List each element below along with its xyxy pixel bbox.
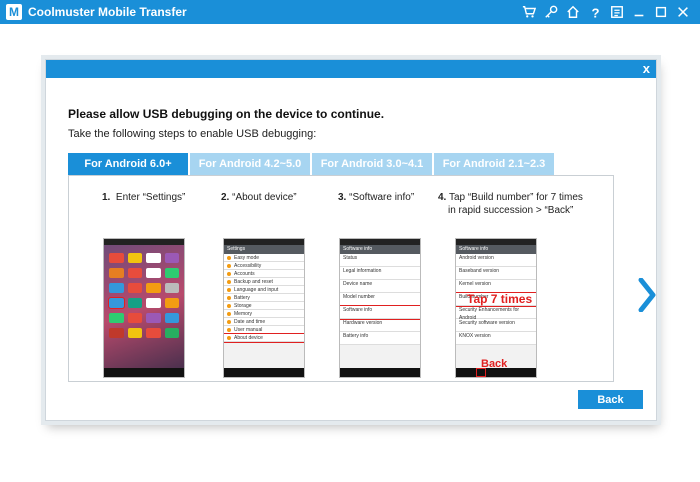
phone2-row: Accessibility (224, 262, 304, 270)
home-icon[interactable] (562, 3, 584, 21)
phone3-row: Legal information (340, 267, 420, 280)
phone4-row: Android version (456, 254, 536, 267)
tab-android-4-2[interactable]: For Android 4.2~5.0 (190, 153, 310, 175)
phone3-appbar: Software info (340, 245, 420, 254)
step-1-label: 1. Enter “Settings” (102, 191, 185, 204)
step-1-text: Enter “Settings” (115, 192, 186, 203)
tab-android-2-1[interactable]: For Android 2.1~2.3 (434, 153, 554, 175)
phone4-row: Baseband version (456, 267, 536, 280)
phone-home-screenshot (103, 238, 185, 378)
dialog-close-button[interactable]: x (643, 61, 650, 76)
close-icon[interactable] (672, 3, 694, 21)
feedback-icon[interactable] (606, 3, 628, 21)
phone2-row: Backup and reset (224, 278, 304, 286)
app-logo-icon: M (6, 4, 22, 20)
title-bar: M Coolmuster Mobile Transfer ? (0, 0, 700, 24)
step-3-number: 3. (338, 192, 347, 203)
dialog-heading: Please allow USB debugging on the device… (68, 107, 385, 121)
tap-7-times-label: Tap 7 times (467, 292, 533, 306)
step-1-number: 1. (102, 192, 111, 203)
instructions-panel: 1. Enter “Settings” 2. “About device” 3.… (68, 175, 614, 382)
step-3-text: “Software info” (349, 192, 415, 203)
step-4-label: 4. Tap “Build number” for 7 times in rap… (438, 191, 583, 217)
step-4-number: 4. (438, 192, 447, 203)
phone3-row: Hardware version (340, 319, 420, 332)
next-arrow-icon[interactable] (638, 278, 656, 312)
dialog-subheading: Take the following steps to enable USB d… (68, 128, 317, 140)
phone3-row: Status (340, 254, 420, 267)
tab-android-6[interactable]: For Android 6.0+ (68, 153, 188, 175)
phone4-row: KNOX version (456, 332, 536, 345)
phone2-row: Language and input (224, 286, 304, 294)
phone2-row: Storage (224, 302, 304, 310)
key-icon[interactable] (540, 3, 562, 21)
app-icons-grid (104, 245, 184, 346)
phone3-row: Model number (340, 293, 420, 306)
svg-text:?: ? (592, 5, 600, 19)
phone3-row: Battery info (340, 332, 420, 345)
app-title: Coolmuster Mobile Transfer (28, 5, 187, 19)
phone2-row: Date and time (224, 318, 304, 326)
cart-icon[interactable] (518, 3, 540, 21)
dialog-header: x (46, 60, 656, 78)
phone3-software-info-row: Software info (340, 305, 420, 320)
phone4-row: Security Enhancements for Android (456, 306, 536, 321)
step-2-number: 2. (221, 192, 230, 203)
phone-back-label: Back (481, 358, 508, 370)
minimize-icon[interactable] (628, 3, 650, 21)
phone4-appbar: Software info (456, 245, 536, 254)
step-2-label: 2. “About device” (221, 191, 297, 204)
android-version-tabs: For Android 6.0+ For Android 4.2~5.0 For… (68, 153, 556, 175)
phone-software-info-screenshot: Software info Android version Baseband v… (455, 238, 537, 378)
phone-about-device-screenshot: Software info Status Legal information D… (339, 238, 421, 378)
phone2-row: Memory (224, 310, 304, 318)
usb-debugging-dialog: x Please allow USB debugging on the devi… (45, 59, 657, 421)
help-icon[interactable]: ? (584, 3, 606, 21)
phone2-row: Easy mode (224, 254, 304, 262)
phone-settings-screenshot: Settings Easy mode Accessibility Account… (223, 238, 305, 378)
phone2-appbar: Settings (224, 245, 304, 254)
phone2-row: Battery (224, 294, 304, 302)
step-4-text: Tap “Build number” for 7 times (448, 192, 583, 203)
back-button[interactable]: Back (578, 390, 643, 409)
step-2-text: “About device” (232, 192, 297, 203)
phone2-about-device-row: About device (224, 333, 304, 343)
tab-android-3-0[interactable]: For Android 3.0~4.1 (312, 153, 432, 175)
maximize-icon[interactable] (650, 3, 672, 21)
phone3-row: Device name (340, 280, 420, 293)
phone4-row: Security software version (456, 319, 536, 332)
phone2-row: Accounts (224, 270, 304, 278)
step-4-text-line2: in rapid succession > “Back” (448, 205, 574, 216)
step-3-label: 3. “Software info” (338, 191, 414, 204)
phone2-row: User manual (224, 326, 304, 334)
